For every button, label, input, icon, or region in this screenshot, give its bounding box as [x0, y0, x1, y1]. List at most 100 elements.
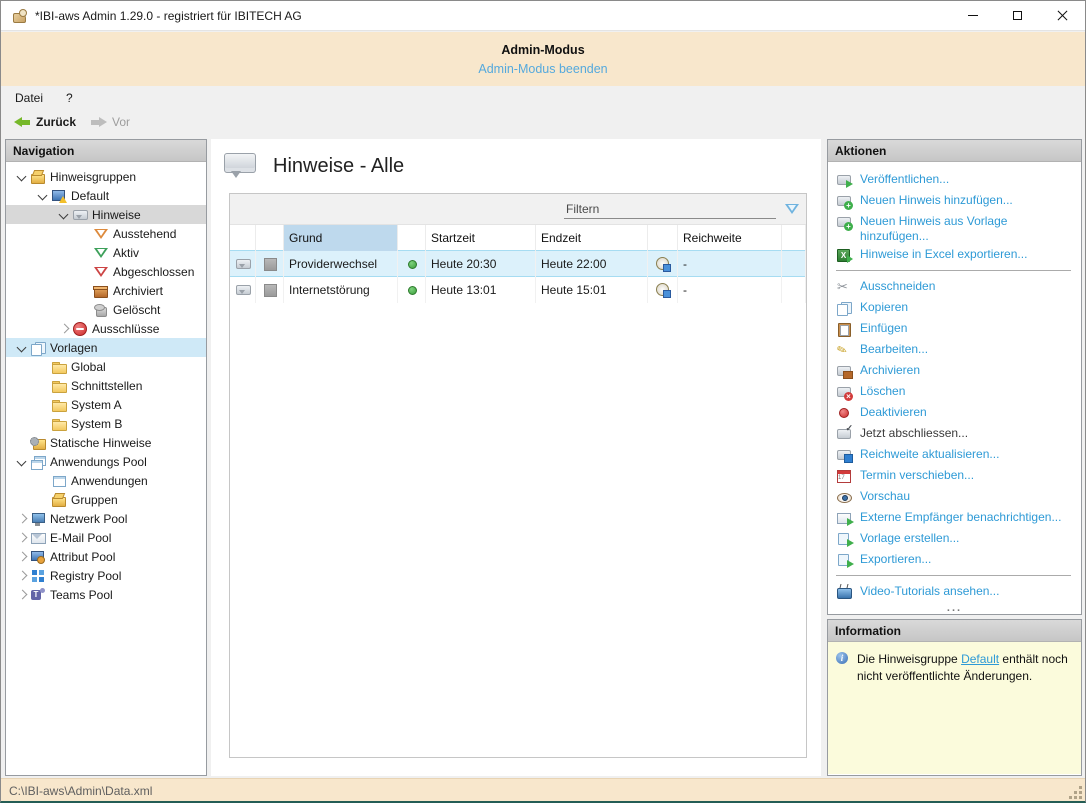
filter-funnel-icon[interactable]	[784, 201, 800, 217]
action-exportieren[interactable]: Exportieren...	[834, 549, 1077, 570]
column-header-grund[interactable]: Grund	[284, 225, 398, 251]
tree-item-netzwerk-pool[interactable]: Netzwerk Pool	[6, 509, 206, 528]
table-cell: -	[678, 277, 782, 303]
registry-icon	[30, 568, 46, 584]
tree-item-statische-hinweise[interactable]: Statische Hinweise	[6, 433, 206, 452]
tree-item-gruppen[interactable]: Gruppen	[6, 490, 206, 509]
action-termin-verschieben[interactable]: Termin verschieben...	[834, 465, 1077, 486]
action-vorschau[interactable]: Vorschau	[834, 486, 1077, 507]
tree-item-system-b[interactable]: System B	[6, 414, 206, 433]
tree-item-abgeschlossen[interactable]: Abgeschlossen	[6, 262, 206, 281]
email-icon	[30, 530, 46, 546]
action-externe-empfänger-benachrichtigen[interactable]: Externe Empfänger benachrichtigen...	[834, 507, 1077, 528]
back-button[interactable]: Zurück	[9, 113, 81, 131]
action-einfügen[interactable]: Einfügen	[834, 318, 1077, 339]
tree-item-anwendungs-pool[interactable]: Anwendungs Pool	[6, 452, 206, 471]
admin-mode-exit-link[interactable]: Admin-Modus beenden	[478, 62, 607, 76]
action-label: Hinweise in Excel exportieren...	[860, 246, 1027, 262]
action-jetzt-abschliessen[interactable]: Jetzt abschliessen...	[834, 423, 1077, 444]
action-ausschneiden[interactable]: Ausschneiden	[834, 276, 1077, 297]
action-kopieren[interactable]: Kopieren	[834, 297, 1077, 318]
app-icon	[11, 8, 27, 24]
expander-spacer	[35, 378, 51, 394]
action-label: Jetzt abschliessen...	[860, 425, 968, 441]
tree-item-attribut-pool[interactable]: Attribut Pool	[6, 547, 206, 566]
action-löschen[interactable]: Löschen	[834, 381, 1077, 402]
add-note-template-icon	[836, 214, 852, 230]
tree-item-vorlagen[interactable]: Vorlagen	[6, 338, 206, 357]
chevron-right-icon[interactable]	[14, 587, 30, 603]
action-neuen-hinweis-hinzufügen[interactable]: Neuen Hinweis hinzufügen...	[834, 190, 1077, 211]
action-veröffentlichen[interactable]: Veröffentlichen...	[834, 169, 1077, 190]
column-header-empty[interactable]	[398, 225, 426, 251]
folder-icon	[51, 359, 67, 375]
tree-item-archiviert[interactable]: Archiviert	[6, 281, 206, 300]
column-header-empty[interactable]	[648, 225, 678, 251]
chevron-down-icon[interactable]	[14, 169, 30, 185]
action-label: Einfügen	[860, 320, 907, 336]
action-hinweise-in-excel-exportieren[interactable]: Hinweise in Excel exportieren...	[834, 244, 1077, 265]
default-group-link[interactable]: Default	[961, 652, 999, 666]
tree-item-schnittstellen[interactable]: Schnittstellen	[6, 376, 206, 395]
forward-button[interactable]: Vor	[85, 113, 135, 131]
action-vorlage-erstellen[interactable]: Vorlage erstellen...	[834, 528, 1077, 549]
menu-item-help[interactable]: ?	[57, 88, 82, 108]
tree-item-ausschlüsse[interactable]: Ausschlüsse	[6, 319, 206, 338]
tree-item-global[interactable]: Global	[6, 357, 206, 376]
column-header-endzeit[interactable]: Endzeit	[536, 225, 648, 251]
trash-icon	[93, 302, 109, 318]
table-cell	[782, 251, 806, 277]
column-header-empty[interactable]	[230, 225, 256, 251]
action-bearbeiten[interactable]: Bearbeiten...	[834, 339, 1077, 360]
tree-item-label: Anwendungs Pool	[50, 455, 147, 469]
chevron-down-icon[interactable]	[14, 340, 30, 356]
chevron-down-icon[interactable]	[35, 188, 51, 204]
tv-icon	[836, 584, 852, 600]
column-header-empty[interactable]	[782, 225, 806, 251]
tree-item-label: Vorlagen	[50, 341, 97, 355]
chevron-right-icon[interactable]	[14, 511, 30, 527]
table-row[interactable]: InternetstörungHeute 13:01Heute 15:01-	[230, 277, 806, 303]
action-label: Ausschneiden	[860, 278, 935, 294]
tree-item-aktiv[interactable]: Aktiv	[6, 243, 206, 262]
close-button[interactable]	[1040, 1, 1085, 30]
filter-input[interactable]	[564, 199, 776, 219]
tree-item-system-a[interactable]: System A	[6, 395, 206, 414]
folder-icon	[51, 397, 67, 413]
tree-item-registry-pool[interactable]: Registry Pool	[6, 566, 206, 585]
action-deaktivieren[interactable]: Deaktivieren	[834, 402, 1077, 423]
tree-item-anwendungen[interactable]: Anwendungen	[6, 471, 206, 490]
chevron-down-icon[interactable]	[56, 207, 72, 223]
chevron-down-icon[interactable]	[14, 454, 30, 470]
tree-item-teams-pool[interactable]: Teams Pool	[6, 585, 206, 604]
tree-item-gelöscht[interactable]: Gelöscht	[6, 300, 206, 319]
tree-item-hinweisgruppen[interactable]: Hinweisgruppen	[6, 167, 206, 186]
tree-item-e-mail-pool[interactable]: E-Mail Pool	[6, 528, 206, 547]
expander-spacer	[35, 359, 51, 375]
cell-speech-icon	[230, 251, 256, 277]
action-video-tutorials-ansehen[interactable]: Video-Tutorials ansehen...	[834, 581, 1077, 602]
table-row[interactable]: ProviderwechselHeute 20:30Heute 22:00-	[230, 250, 806, 277]
maximize-button[interactable]	[995, 1, 1040, 30]
action-neuen-hinweis-aus-vorlage-hinzufügen[interactable]: Neuen Hinweis aus Vorlage hinzufügen...	[834, 211, 1077, 244]
menu-item-datei[interactable]: Datei	[6, 88, 52, 108]
chevron-right-icon[interactable]	[14, 549, 30, 565]
action-label: Archivieren	[860, 362, 920, 378]
actions-overflow-indicator[interactable]: ...	[828, 604, 1081, 612]
chevron-right-icon[interactable]	[14, 530, 30, 546]
column-header-reichweite[interactable]: Reichweite	[678, 225, 782, 251]
tree-item-hinweise[interactable]: Hinweise	[6, 205, 206, 224]
minimize-button[interactable]	[950, 1, 995, 30]
tree-item-label: Hinweisgruppen	[50, 170, 136, 184]
chevron-right-icon[interactable]	[14, 568, 30, 584]
resize-grip[interactable]	[1070, 787, 1082, 799]
tree-item-default[interactable]: Default	[6, 186, 206, 205]
chevron-right-icon[interactable]	[56, 321, 72, 337]
column-header-empty[interactable]	[256, 225, 284, 251]
tree-item-ausstehend[interactable]: Ausstehend	[6, 224, 206, 243]
column-header-startzeit[interactable]: Startzeit	[426, 225, 536, 251]
table-cell: -	[678, 251, 782, 277]
action-archivieren[interactable]: Archivieren	[834, 360, 1077, 381]
action-reichweite-aktualisieren[interactable]: Reichweite aktualisieren...	[834, 444, 1077, 465]
toolbar: Zurück Vor	[1, 109, 1085, 135]
